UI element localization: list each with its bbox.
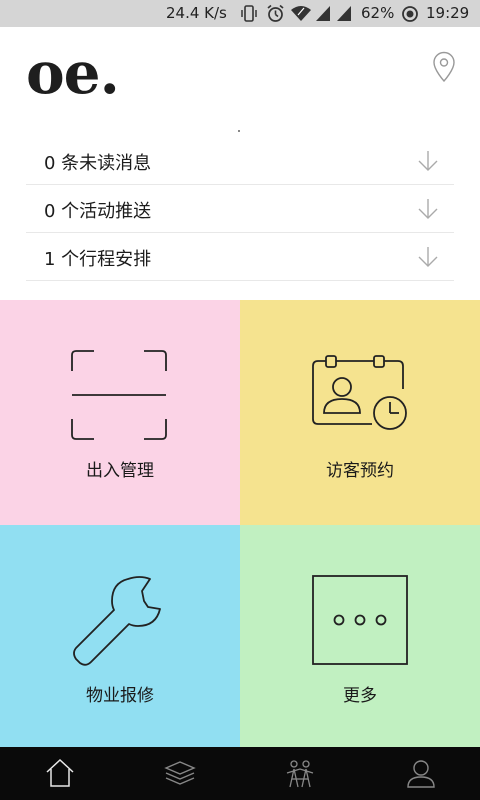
arrow-down-icon[interactable] bbox=[416, 245, 440, 269]
signal-icon bbox=[316, 6, 330, 21]
layers-icon[interactable] bbox=[164, 757, 196, 789]
notification-label: 1 个行程安排 bbox=[44, 249, 152, 270]
notification-label: 0 个活动推送 bbox=[44, 201, 152, 222]
arrow-down-icon[interactable] bbox=[416, 197, 440, 221]
bottom-tab-bar bbox=[0, 747, 480, 800]
arrow-down-icon[interactable] bbox=[416, 149, 440, 173]
location-pin-icon[interactable] bbox=[430, 51, 458, 83]
tile-visitor-booking[interactable]: 访客预约 bbox=[240, 300, 480, 525]
more-dots-icon bbox=[312, 575, 408, 665]
tile-more[interactable]: 更多 bbox=[240, 525, 480, 747]
home-icon[interactable] bbox=[44, 757, 76, 789]
battery-saver-icon bbox=[402, 6, 418, 22]
tile-label: 出入管理 bbox=[86, 461, 154, 481]
battery-percent: 62% bbox=[361, 4, 395, 22]
clock: 19:29 bbox=[426, 4, 470, 22]
tile-label: 访客预约 bbox=[326, 461, 394, 481]
tile-property-repair[interactable]: 物业报修 bbox=[0, 525, 240, 747]
community-icon[interactable] bbox=[284, 757, 316, 789]
alarm-icon bbox=[267, 4, 284, 22]
header: oe. bbox=[0, 27, 480, 137]
scan-frame-icon bbox=[71, 350, 167, 440]
notification-activity-push[interactable]: 0 个活动推送 bbox=[26, 185, 454, 233]
status-bar: 24.4 K/s 62% 19:29 bbox=[0, 0, 480, 27]
visitor-card-clock-icon bbox=[312, 355, 407, 430]
tile-label: 更多 bbox=[343, 686, 377, 706]
profile-icon[interactable] bbox=[405, 757, 437, 789]
signal-2-icon bbox=[337, 6, 351, 21]
vibrate-icon bbox=[241, 5, 257, 22]
notification-schedule[interactable]: 1 个行程安排 bbox=[26, 233, 454, 281]
decorative-dot bbox=[238, 130, 240, 132]
app-logo: oe. bbox=[26, 39, 120, 107]
wifi-icon bbox=[291, 6, 311, 21]
tile-access-management[interactable]: 出入管理 bbox=[0, 300, 240, 525]
wrench-icon bbox=[73, 576, 161, 666]
tile-label: 物业报修 bbox=[86, 686, 154, 706]
network-speed: 24.4 K/s bbox=[166, 4, 227, 22]
notification-list: 0 条未读消息 0 个活动推送 1 个行程安排 bbox=[26, 137, 454, 281]
notification-label: 0 条未读消息 bbox=[44, 153, 152, 174]
notification-unread-messages[interactable]: 0 条未读消息 bbox=[26, 137, 454, 185]
